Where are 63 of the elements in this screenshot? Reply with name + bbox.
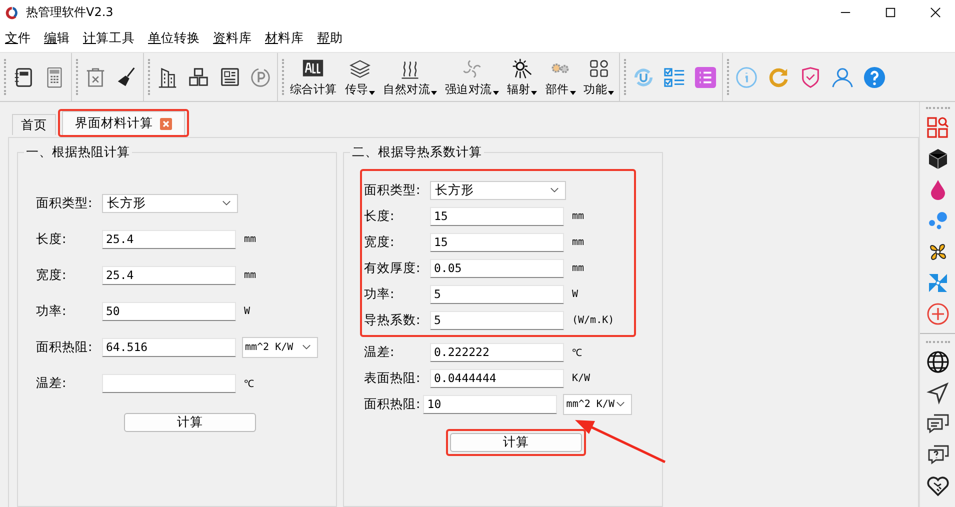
unit-label: W [572, 288, 578, 300]
tab[interactable]: 界面材料计算 [62, 111, 185, 135]
calculate-button[interactable]: 计算 [124, 413, 256, 432]
calculate-button[interactable]: 计算 [450, 433, 582, 452]
field-label: 宽度: [36, 266, 68, 284]
unit-label: K/W [572, 372, 590, 384]
unit-label: ℃ [244, 378, 254, 390]
tab[interactable]: 首页 [12, 114, 56, 135]
input-field[interactable]: 0.222222 [430, 342, 564, 362]
unit-label: mm [572, 210, 584, 222]
area-type-dropdown[interactable]: 长方形 [102, 194, 238, 212]
field-label: 面积类型: [36, 194, 94, 212]
unit-dropdown[interactable]: mm^2 K/W [242, 336, 318, 358]
field-label: 长度: [364, 208, 396, 224]
toolbar-button[interactable]: 综合计算 [290, 58, 337, 96]
field-label: 长度: [36, 230, 68, 248]
input-field[interactable]: 64.516 [102, 338, 236, 356]
field-label: 导热系数: [364, 312, 422, 328]
field-label: 宽度: [364, 234, 396, 250]
field-label: 面积热阻: [36, 338, 94, 356]
window-title: 热管理软件V2.3 [26, 4, 114, 21]
input-field[interactable]: 0.05 [430, 258, 564, 278]
menu-item[interactable]: 文件 [5, 30, 31, 47]
toolbar-button[interactable]: 传导 [344, 58, 376, 96]
unit-label: (W/m.K) [572, 314, 614, 326]
input-field[interactable]: 5 [430, 284, 564, 304]
unit-label: mm [244, 270, 256, 280]
unit-label: ℃ [572, 347, 582, 359]
group-title: 一、根据热阻计算 [25, 144, 131, 161]
input-field[interactable]: 25.4 [102, 230, 236, 248]
toolbar-button[interactable]: 辐射 [506, 58, 538, 96]
field-label: 温差: [36, 374, 68, 392]
field-label: 表面热阻: [364, 370, 422, 386]
menu-item[interactable]: 帮助 [317, 30, 343, 47]
field-label: 功率: [364, 286, 396, 302]
unit-label: W [244, 306, 250, 316]
unit-dropdown[interactable]: mm^2 K/W [563, 394, 632, 414]
field-label: 面积热阻: [364, 396, 422, 412]
menu-item[interactable]: 计算工具 [83, 30, 135, 47]
input-field[interactable]: 15 [430, 232, 564, 252]
input-field[interactable]: 25.4 [102, 266, 236, 284]
input-field[interactable]: 10 [423, 394, 558, 414]
menu-item[interactable]: 单位转换 [148, 30, 200, 47]
field-label: 温差: [364, 344, 396, 360]
field-label: 有效厚度: [364, 260, 422, 276]
field-label: 面积类型: [364, 182, 422, 198]
input-field[interactable]: 0.0444444 [430, 368, 564, 388]
menu-item[interactable]: 材料库 [265, 30, 304, 47]
toolbar-button[interactable]: 部件 [545, 58, 576, 96]
input-field[interactable]: 15 [430, 206, 564, 226]
menu-item[interactable]: 编辑 [44, 30, 70, 47]
toolbar-button[interactable]: 自然对流 [383, 58, 438, 96]
toolbar-button[interactable]: 功能 [584, 58, 614, 96]
group-title: 二、根据导热系数计算 [351, 144, 483, 161]
input-field[interactable]: 5 [430, 310, 564, 330]
unit-label: mm [572, 236, 584, 248]
toolbar-button[interactable]: 强迫对流 [445, 58, 499, 96]
field-label: 功率: [36, 302, 68, 320]
menu-item[interactable]: 资料库 [213, 30, 252, 47]
input-field[interactable]: 50 [102, 302, 236, 320]
unit-label: mm [572, 262, 584, 274]
unit-label: mm [244, 234, 256, 244]
area-type-dropdown[interactable]: 长方形 [430, 180, 566, 200]
